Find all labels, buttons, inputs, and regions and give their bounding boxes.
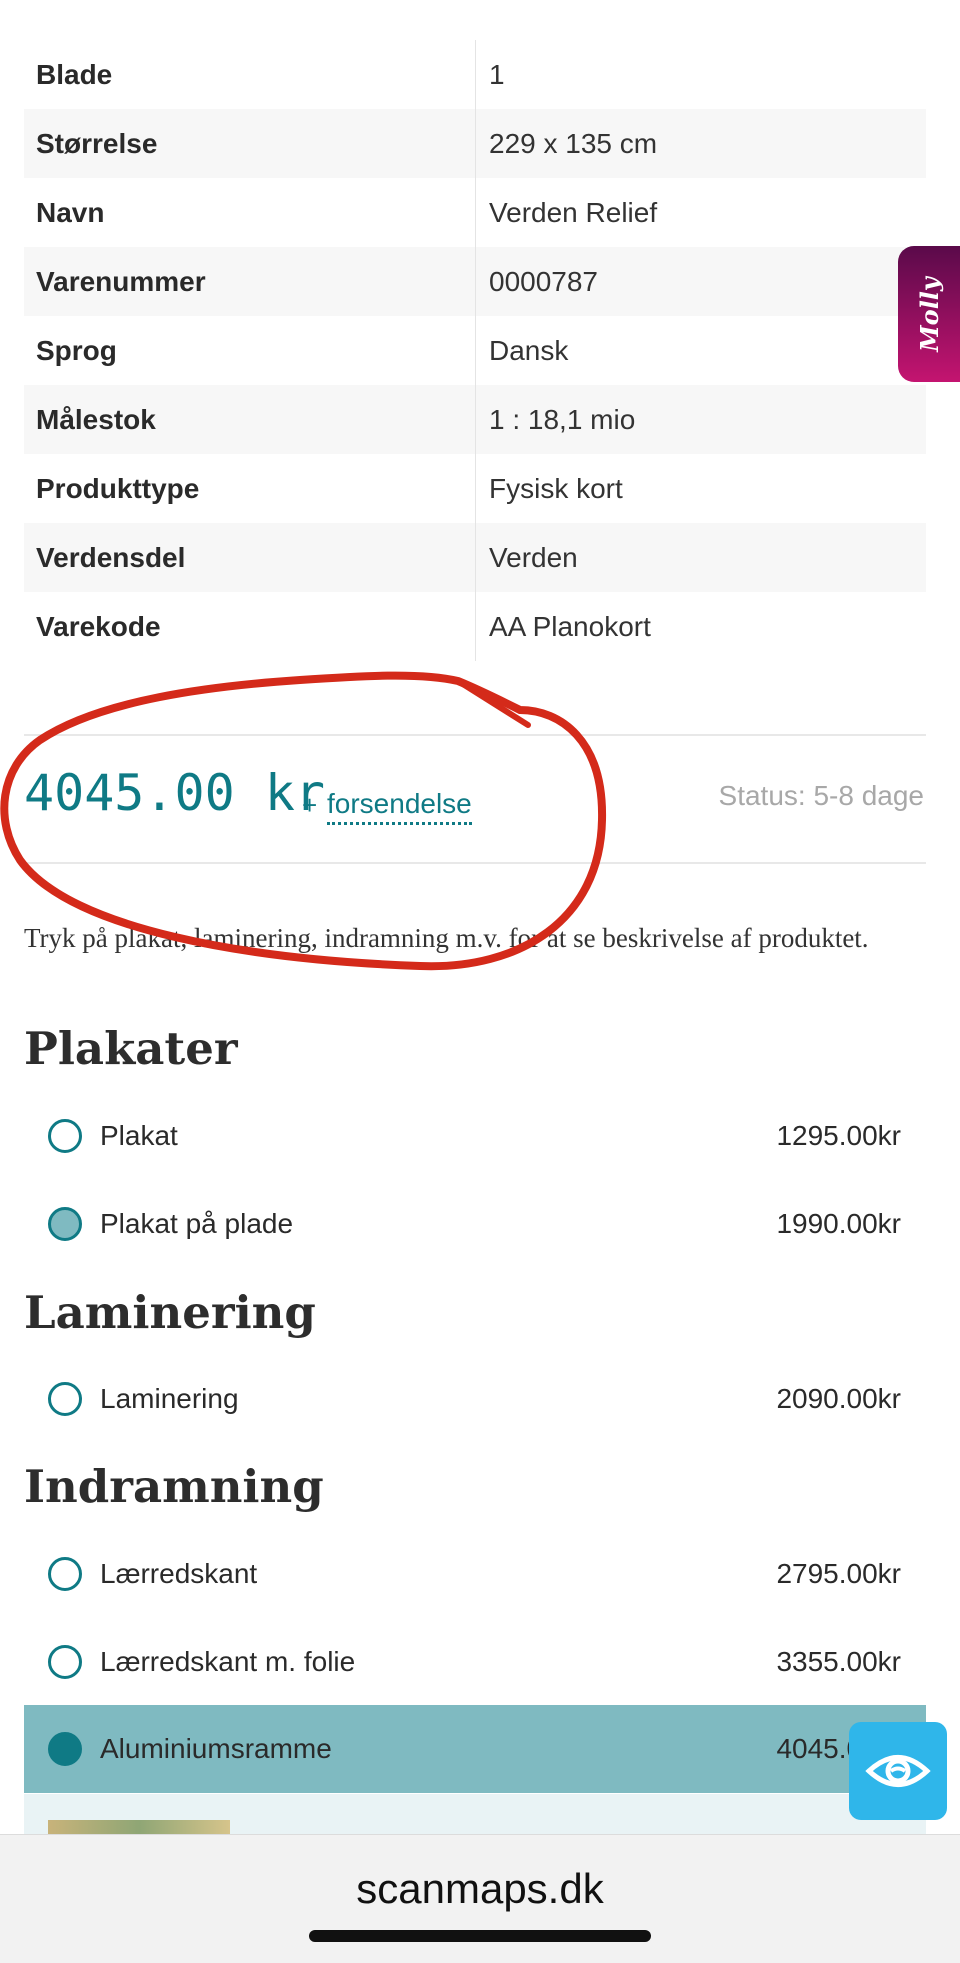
plus-sign: +: [302, 790, 318, 820]
spec-row: Målestok 1 : 18,1 mio: [24, 385, 926, 454]
delivery-status: Status: 5-8 dage: [718, 780, 924, 811]
accessibility-button[interactable]: [849, 1722, 947, 1820]
option-price: 2090.00kr: [776, 1383, 901, 1414]
option-aluminiumsramme[interactable]: Aluminiumsramme 4045.00kr: [24, 1705, 926, 1793]
option-price: 1295.00kr: [776, 1120, 901, 1151]
option-label: Plakat på plade: [100, 1208, 294, 1239]
price-amount: 4045.00 kr: [24, 764, 326, 822]
spec-key: Varenummer: [24, 247, 476, 316]
spec-row: Blade 1: [24, 40, 926, 109]
spec-value: Dansk: [489, 334, 569, 366]
home-indicator[interactable]: [309, 1930, 651, 1942]
spec-value: Verden: [489, 541, 578, 573]
section-title-plakater: Plakater: [24, 1022, 238, 1075]
option-label: Plakat: [100, 1120, 178, 1151]
product-specs-table: Blade 1 Størrelse 229 x 135 cm Navn Verd…: [24, 40, 926, 661]
spec-key: Verdensdel: [24, 523, 476, 592]
spec-row: Verdensdel Verden: [24, 523, 926, 592]
spec-value: 1 : 18,1 mio: [489, 403, 636, 435]
molly-label: Molly: [914, 276, 944, 352]
spec-value: Fysisk kort: [489, 472, 623, 504]
option-price: 1990.00kr: [776, 1208, 901, 1239]
spec-row: Varenummer 0000787: [24, 247, 926, 316]
spec-value: Verden Relief: [489, 196, 658, 228]
radio-button[interactable]: [48, 1557, 82, 1591]
option-laerredskant[interactable]: Lærredskant 2795.00kr: [24, 1530, 926, 1618]
divider: [24, 734, 926, 736]
spec-key: Målestok: [24, 385, 476, 454]
spec-key: Størrelse: [24, 109, 476, 178]
section-title-laminering: Laminering: [24, 1286, 316, 1339]
option-laerredskant-folie[interactable]: Lærredskant m. folie 3355.00kr: [24, 1618, 926, 1706]
browser-url-bar[interactable]: scanmaps.dk: [0, 1834, 960, 1963]
divider: [24, 862, 926, 864]
option-price: 2795.00kr: [776, 1558, 901, 1589]
radio-button[interactable]: [48, 1207, 82, 1241]
url-text[interactable]: scanmaps.dk: [0, 1865, 960, 1913]
option-price: 3355.00kr: [776, 1646, 901, 1677]
spec-value: 1: [489, 58, 505, 90]
spec-value: 229 x 135 cm: [489, 127, 658, 159]
radio-button[interactable]: [48, 1645, 82, 1679]
molly-chat-tab[interactable]: Molly: [898, 246, 960, 382]
spec-value: AA Planokort: [489, 610, 651, 642]
intro-text: Tryk på plakat, laminering, indramning m…: [24, 923, 869, 953]
spec-value: 0000787: [489, 265, 599, 297]
spec-key: Navn: [24, 178, 476, 247]
spec-key: Sprog: [24, 316, 476, 385]
radio-button[interactable]: [48, 1119, 82, 1153]
spec-key: Varekode: [24, 592, 476, 661]
shipping-link[interactable]: forsendelse: [327, 788, 472, 825]
option-laminering[interactable]: Laminering 2090.00kr: [24, 1355, 926, 1443]
option-label: Aluminiumsramme: [100, 1733, 332, 1764]
spec-row: Varekode AA Planokort: [24, 592, 926, 661]
spec-key: Produkttype: [24, 454, 476, 523]
spec-key: Blade: [24, 40, 476, 109]
radio-button[interactable]: [48, 1382, 82, 1416]
spec-row: Navn Verden Relief: [24, 178, 926, 247]
option-plakat-paa-plade[interactable]: Plakat på plade 1990.00kr: [24, 1180, 926, 1268]
option-label: Lærredskant: [100, 1558, 258, 1589]
option-detail-panel: [24, 1794, 926, 1834]
radio-button[interactable]: [48, 1732, 82, 1766]
section-title-indramning: Indramning: [24, 1460, 324, 1513]
product-thumbnail: [48, 1820, 230, 1834]
spec-row: Sprog Dansk: [24, 316, 926, 385]
option-label: Laminering: [100, 1383, 239, 1414]
option-label: Lærredskant m. folie: [100, 1646, 356, 1677]
option-plakat[interactable]: Plakat 1295.00kr: [24, 1092, 926, 1180]
eye-icon: [865, 1755, 931, 1787]
spec-row: Produkttype Fysisk kort: [24, 454, 926, 523]
spec-row: Størrelse 229 x 135 cm: [24, 109, 926, 178]
